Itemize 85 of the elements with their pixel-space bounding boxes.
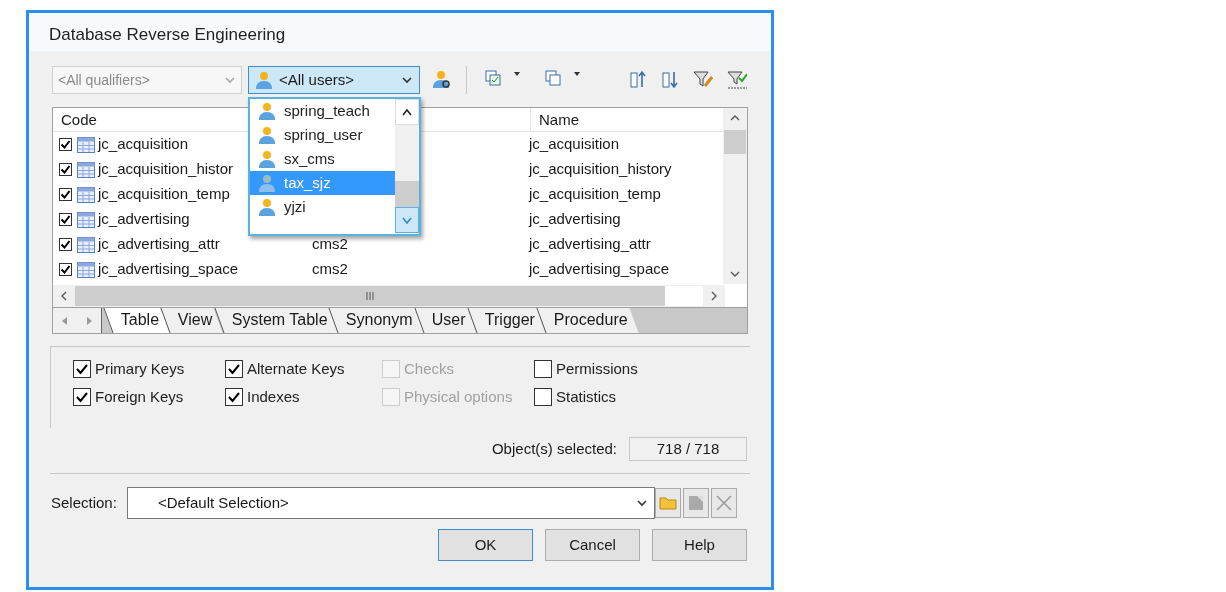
- table-cell-text: jc_advertising: [527, 209, 622, 230]
- column-header[interactable]: Name: [531, 108, 723, 131]
- chevron-down-icon[interactable]: [401, 215, 413, 225]
- checkbox[interactable]: [534, 388, 552, 406]
- option-label: Permissions: [556, 358, 638, 379]
- chevron-up-icon[interactable]: [401, 107, 413, 117]
- user-icon: [255, 71, 273, 89]
- tab[interactable]: Synonym: [328, 308, 424, 333]
- option-label: Indexes: [247, 386, 300, 407]
- table-cell: jc_advertising_space: [98, 260, 239, 278]
- table-icon: [77, 236, 95, 253]
- horizontal-scrollbar[interactable]: [53, 285, 725, 307]
- chevron-down-icon: [635, 498, 648, 508]
- option-label: Alternate Keys: [247, 358, 345, 379]
- save-icon: [682, 488, 709, 518]
- folder-icon[interactable]: [654, 488, 681, 518]
- checkbox[interactable]: [73, 360, 91, 378]
- table-cell: jc_acquisition_temp: [98, 185, 230, 203]
- list-item[interactable]: spring_teach: [250, 99, 395, 123]
- grip-icon: [365, 292, 375, 300]
- list-item[interactable]: sx_cms: [250, 147, 395, 171]
- window-title: Database Reverse Engineering: [49, 24, 286, 47]
- scrollbar-thumb[interactable]: [75, 286, 665, 306]
- chevron-down-icon: [224, 75, 236, 85]
- user-icon: [258, 102, 276, 120]
- user-icon: [258, 198, 276, 216]
- dialog-button[interactable]: Help: [652, 529, 747, 561]
- checkbox[interactable]: [225, 388, 243, 406]
- dialog-button[interactable]: Cancel: [545, 529, 640, 561]
- checkbox[interactable]: [59, 238, 72, 251]
- chevron-down-icon: [401, 75, 413, 85]
- checkbox[interactable]: [59, 188, 72, 201]
- table-icon: [77, 136, 95, 153]
- table-cell: jc_acquisition: [98, 135, 189, 153]
- owner-dropdown[interactable]: <All users>: [248, 66, 420, 94]
- table-cell-text: jc_acquisition_history: [527, 159, 673, 180]
- scrollbar-thumb[interactable]: [724, 130, 746, 154]
- scrollbar-thumb[interactable]: [395, 181, 419, 207]
- table-cell-text: jc_advertising_attr: [527, 234, 652, 255]
- tab[interactable]: Table: [103, 308, 170, 333]
- tab[interactable]: System Table: [214, 308, 338, 333]
- option-label: Foreign Keys: [95, 386, 184, 407]
- option-label: Physical options: [404, 386, 513, 407]
- table-cell: jc_advertising_attr: [98, 235, 220, 253]
- checkbox[interactable]: [59, 263, 72, 276]
- table-cell-text: jc_acquisition_temp: [527, 184, 662, 205]
- table-icon: [77, 186, 95, 203]
- list-item[interactable]: yjzi: [250, 195, 395, 219]
- table-cell: cms2: [312, 260, 348, 278]
- checkbox[interactable]: [534, 360, 552, 378]
- table-icon: [77, 211, 95, 228]
- tab[interactable]: Trigger: [467, 308, 546, 333]
- option-label: Statistics: [556, 386, 616, 407]
- user-icon: [258, 174, 276, 192]
- delete-icon: [710, 488, 737, 518]
- user-icon: [258, 150, 276, 168]
- tab[interactable]: Procedure: [536, 308, 639, 333]
- list-scrollbar[interactable]: [395, 99, 419, 234]
- table-icon: [77, 261, 95, 278]
- checkbox[interactable]: [73, 388, 91, 406]
- checkbox[interactable]: [59, 213, 72, 226]
- objects-selected-count: 718 / 718: [629, 437, 747, 461]
- selection-label: Selection:: [51, 492, 117, 513]
- checkbox[interactable]: [225, 360, 243, 378]
- table-icon: [77, 161, 95, 178]
- table-cell: cms2: [312, 235, 348, 253]
- option-label: Checks: [404, 358, 455, 379]
- table-cell-text: jc_acquisition: [527, 134, 621, 155]
- selection-dropdown[interactable]: <Default Selection>: [126, 487, 655, 519]
- user-search-icon[interactable]: [432, 70, 452, 90]
- table-cell: jc_advertising: [98, 210, 190, 228]
- list-item[interactable]: spring_user: [250, 123, 395, 147]
- dialog-button[interactable]: OK: [438, 529, 533, 561]
- vertical-scrollbar[interactable]: [723, 108, 747, 284]
- option-label: Primary Keys: [95, 358, 185, 379]
- table-cell: jc_acquisition_histor: [98, 160, 234, 178]
- move-down-icon[interactable]: [661, 70, 679, 90]
- move-up-icon[interactable]: [629, 70, 647, 90]
- checkbox[interactable]: [59, 138, 72, 151]
- table-cell-text: jc_advertising_space: [527, 259, 671, 280]
- filter-check-icon[interactable]: [727, 70, 747, 90]
- objects-selected-label: Object(s) selected:: [491, 438, 617, 459]
- checkbox[interactable]: [59, 163, 72, 176]
- filter-edit-icon[interactable]: [693, 70, 713, 90]
- user-icon: [258, 126, 276, 144]
